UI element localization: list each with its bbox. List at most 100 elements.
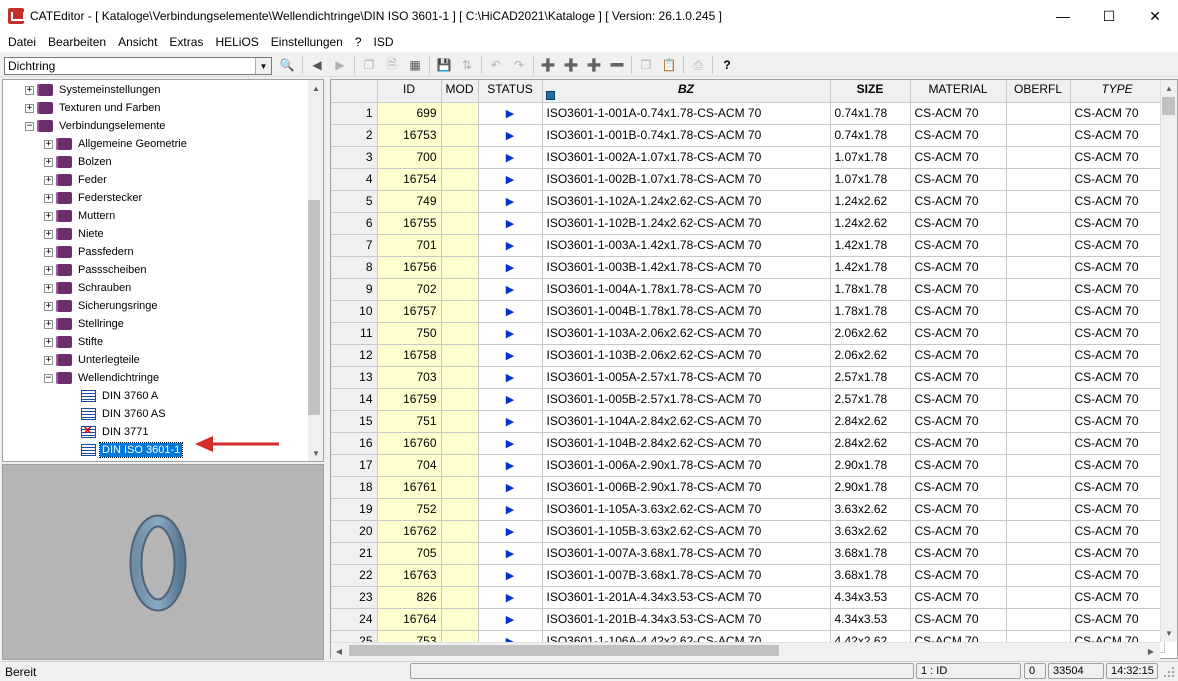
tree-item-allgemeine-geometrie[interactable]: + Allgemeine Geometrie: [44, 135, 189, 153]
size-cell[interactable]: 3.68x1.78: [830, 542, 911, 565]
bz-cell[interactable]: ISO3601-1-006A-2.90x1.78-CS-ACM 70: [542, 454, 831, 477]
table-row[interactable]: 23 826 ▶ ISO3601-1-201A-4.34x3.53-CS-ACM 70…: [331, 586, 1165, 609]
material-cell[interactable]: CS-ACM 70: [910, 146, 1007, 169]
id-cell[interactable]: 752: [377, 498, 442, 521]
oberfl-cell[interactable]: [1006, 344, 1071, 367]
type-cell[interactable]: CS-ACM 70: [1070, 498, 1165, 521]
copy-doc-icon[interactable]: ❐: [359, 55, 379, 75]
oberfl-cell[interactable]: [1006, 322, 1071, 345]
expand-icon[interactable]: +: [44, 355, 53, 365]
bz-cell[interactable]: ISO3601-1-201B-4.34x3.53-CS-ACM 70: [542, 608, 831, 631]
oberfl-cell[interactable]: [1006, 454, 1071, 477]
id-cell[interactable]: 16761: [377, 476, 442, 499]
row-number-cell[interactable]: 13: [331, 366, 378, 389]
id-cell[interactable]: 705: [377, 542, 442, 565]
row-number-cell[interactable]: 21: [331, 542, 378, 565]
mod-cell[interactable]: [441, 564, 479, 587]
chevron-down-icon[interactable]: ▼: [255, 58, 271, 74]
delete-row-icon[interactable]: ➖: [607, 55, 627, 75]
id-cell[interactable]: 16758: [377, 344, 442, 367]
size-cell[interactable]: 2.57x1.78: [830, 366, 911, 389]
table-row[interactable]: 5 749 ▶ ISO3601-1-102A-1.24x2.62-CS-ACM 70 1…: [331, 190, 1165, 213]
mod-cell[interactable]: [441, 608, 479, 631]
menu-extras[interactable]: Extras: [163, 35, 209, 49]
table-row[interactable]: 20 16762 ▶ ISO3601-1-105B-3.63x2.62-CS-ACM …: [331, 520, 1165, 543]
redo-icon[interactable]: ↷: [509, 55, 529, 75]
expand-icon[interactable]: +: [44, 337, 53, 347]
expand-icon[interactable]: +: [44, 319, 53, 329]
bz-cell[interactable]: ISO3601-1-004A-1.78x1.78-CS-ACM 70: [542, 278, 831, 301]
type-cell[interactable]: CS-ACM 70: [1070, 586, 1165, 609]
id-cell[interactable]: 16756: [377, 256, 442, 279]
add-row-icon[interactable]: ➕: [538, 55, 558, 75]
id-cell[interactable]: 16762: [377, 520, 442, 543]
row-number-cell[interactable]: 11: [331, 322, 378, 345]
menu-helios[interactable]: HELiOS: [209, 35, 264, 49]
scroll-down-icon[interactable]: ▼: [1161, 625, 1177, 641]
mod-cell[interactable]: [441, 102, 479, 125]
data-grid[interactable]: ID MOD STATUS BZ SIZE MATERIAL OBERFL TY…: [330, 79, 1178, 659]
oberfl-cell[interactable]: [1006, 520, 1071, 543]
size-cell[interactable]: 1.78x1.78: [830, 300, 911, 323]
tree-item-schrauben[interactable]: + Schrauben: [44, 279, 133, 297]
status-cell[interactable]: ▶: [478, 476, 543, 499]
type-cell[interactable]: CS-ACM 70: [1070, 564, 1165, 587]
mod-cell[interactable]: [441, 388, 479, 411]
paste-icon[interactable]: 📋: [659, 55, 679, 75]
grid-vscroll-thumb[interactable]: [1162, 97, 1175, 115]
bz-cell[interactable]: ISO3601-1-102B-1.24x2.62-CS-ACM 70: [542, 212, 831, 235]
table-row[interactable]: 2 16753 ▶ ISO3601-1-001B-0.74x1.78-CS-ACM 7…: [331, 124, 1165, 147]
table-row[interactable]: 15 751 ▶ ISO3601-1-104A-2.84x2.62-CS-ACM 70…: [331, 410, 1165, 433]
table-row[interactable]: 16 16760 ▶ ISO3601-1-104B-2.84x2.62-CS-ACM …: [331, 432, 1165, 455]
material-cell[interactable]: CS-ACM 70: [910, 322, 1007, 345]
size-cell[interactable]: 1.42x1.78: [830, 256, 911, 279]
row-number-cell[interactable]: 6: [331, 212, 378, 235]
material-cell[interactable]: CS-ACM 70: [910, 234, 1007, 257]
id-cell[interactable]: 16760: [377, 432, 442, 455]
type-cell[interactable]: CS-ACM 70: [1070, 146, 1165, 169]
oberfl-cell[interactable]: [1006, 300, 1071, 323]
tree-item-niete[interactable]: + Niete: [44, 225, 106, 243]
mod-cell[interactable]: [441, 124, 479, 147]
size-cell[interactable]: 0.74x1.78: [830, 102, 911, 125]
menu-help[interactable]: ?: [349, 35, 368, 49]
type-cell[interactable]: CS-ACM 70: [1070, 124, 1165, 147]
table-row[interactable]: 24 16764 ▶ ISO3601-1-201B-4.34x3.53-CS-ACM …: [331, 608, 1165, 631]
row-number-cell[interactable]: 20: [331, 520, 378, 543]
mod-cell[interactable]: [441, 234, 479, 257]
sort-icon[interactable]: ⇅: [457, 55, 477, 75]
expand-icon[interactable]: +: [25, 103, 34, 113]
expand-icon[interactable]: +: [44, 301, 53, 311]
material-cell[interactable]: CS-ACM 70: [910, 520, 1007, 543]
table-row[interactable]: 1 699 ▶ ISO3601-1-001A-0.74x1.78-CS-ACM 70 0…: [331, 102, 1165, 125]
mod-cell[interactable]: [441, 322, 479, 345]
mod-cell[interactable]: [441, 168, 479, 191]
status-cell[interactable]: ▶: [478, 542, 543, 565]
column-header-oberfl[interactable]: OBERFL: [1006, 80, 1071, 103]
oberfl-cell[interactable]: [1006, 190, 1071, 213]
row-number-cell[interactable]: 2: [331, 124, 378, 147]
table-row[interactable]: 12 16758 ▶ ISO3601-1-103B-2.06x2.62-CS-ACM …: [331, 344, 1165, 367]
bz-cell[interactable]: ISO3601-1-004B-1.78x1.78-CS-ACM 70: [542, 300, 831, 323]
oberfl-cell[interactable]: [1006, 476, 1071, 499]
type-cell[interactable]: CS-ACM 70: [1070, 344, 1165, 367]
mod-cell[interactable]: [441, 542, 479, 565]
table-row[interactable]: 3 700 ▶ ISO3601-1-002A-1.07x1.78-CS-ACM 70 1…: [331, 146, 1165, 169]
material-cell[interactable]: CS-ACM 70: [910, 498, 1007, 521]
id-cell[interactable]: 704: [377, 454, 442, 477]
corner-cell[interactable]: [331, 80, 378, 103]
oberfl-cell[interactable]: [1006, 586, 1071, 609]
tree-item-systemeinstellungen[interactable]: + Systemeinstellungen: [25, 81, 163, 99]
save-icon[interactable]: 💾: [434, 55, 454, 75]
bz-cell[interactable]: ISO3601-1-103B-2.06x2.62-CS-ACM 70: [542, 344, 831, 367]
undo-icon[interactable]: ↶: [486, 55, 506, 75]
row-number-cell[interactable]: 1: [331, 102, 378, 125]
status-cell[interactable]: ▶: [478, 410, 543, 433]
bz-cell[interactable]: ISO3601-1-001A-0.74x1.78-CS-ACM 70: [542, 102, 831, 125]
tree-item-passscheiben[interactable]: + Passscheiben: [44, 261, 149, 279]
material-cell[interactable]: CS-ACM 70: [910, 256, 1007, 279]
material-cell[interactable]: CS-ACM 70: [910, 476, 1007, 499]
tree-item-stellringe[interactable]: + Stellringe: [44, 315, 126, 333]
mod-cell[interactable]: [441, 212, 479, 235]
row-number-cell[interactable]: 10: [331, 300, 378, 323]
